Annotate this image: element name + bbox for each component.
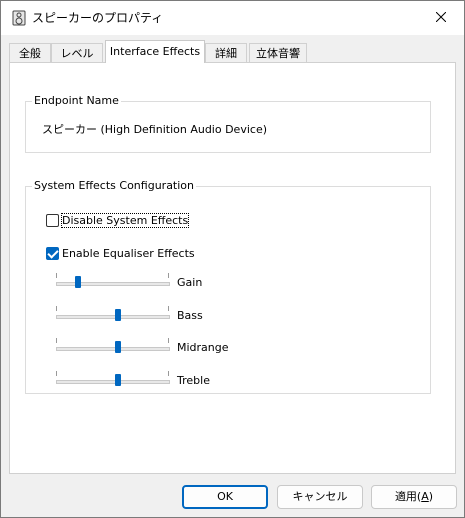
checkbox-box[interactable] — [46, 214, 59, 227]
cancel-button[interactable]: キャンセル — [277, 485, 363, 509]
tab-levels[interactable]: レベル — [51, 43, 103, 62]
enable-equaliser-checkbox[interactable]: Enable Equaliser Effects — [46, 247, 195, 260]
device-name: スピーカー (High Definition Audio Device) — [42, 123, 268, 136]
apply-access-key: A — [421, 490, 429, 503]
apply-label-close: ) — [428, 490, 434, 503]
bass-slider[interactable]: Bass — [48, 306, 428, 326]
slider-thumb[interactable] — [114, 341, 121, 353]
tab-advanced[interactable]: 詳細 — [205, 43, 247, 62]
slider-thumb[interactable] — [75, 276, 82, 288]
apply-label: 適用( — [394, 490, 422, 503]
midrange-slider[interactable]: Midrange — [48, 338, 428, 358]
slider-track[interactable] — [56, 282, 170, 286]
tab-spatial-sound[interactable]: 立体音響 — [249, 43, 307, 62]
tab-interface-effects[interactable]: Interface Effects — [105, 40, 205, 63]
midrange-label: Midrange — [177, 341, 229, 354]
checkbox-box-checked[interactable] — [46, 247, 59, 260]
tab-panel: Endpoint Name スピーカー (High Definition Aud… — [9, 62, 456, 474]
disable-system-effects-label: Disable System Effects — [60, 213, 190, 228]
gain-label: Gain — [177, 276, 203, 289]
properties-dialog: スピーカーのプロパティ 全般 レベル Interface Effects 詳細 … — [0, 0, 465, 518]
treble-label: Treble — [177, 374, 210, 387]
slider-track[interactable] — [56, 380, 170, 384]
bass-label: Bass — [177, 309, 203, 322]
endpoint-name-label: Endpoint Name — [32, 94, 121, 108]
disable-system-effects-checkbox[interactable]: Disable System Effects — [46, 213, 190, 228]
tab-general[interactable]: 全般 — [9, 43, 51, 62]
slider-thumb[interactable] — [114, 309, 121, 321]
close-button[interactable] — [418, 1, 464, 35]
speaker-icon — [12, 10, 26, 26]
treble-slider[interactable]: Treble — [48, 371, 428, 391]
system-effects-label: System Effects Configuration — [32, 179, 196, 193]
close-icon — [435, 11, 447, 25]
slider-track[interactable] — [56, 315, 170, 319]
ok-button[interactable]: OK — [182, 485, 268, 509]
title-bar[interactable]: スピーカーのプロパティ — [1, 1, 464, 35]
slider-track[interactable] — [56, 347, 170, 351]
slider-thumb[interactable] — [114, 374, 121, 386]
endpoint-name-group: Endpoint Name スピーカー (High Definition Aud… — [25, 94, 431, 153]
enable-equaliser-label: Enable Equaliser Effects — [62, 247, 195, 260]
gain-slider[interactable]: Gain — [48, 273, 428, 293]
apply-button[interactable]: 適用(A) — [371, 485, 457, 509]
window-title: スピーカーのプロパティ — [32, 11, 164, 25]
